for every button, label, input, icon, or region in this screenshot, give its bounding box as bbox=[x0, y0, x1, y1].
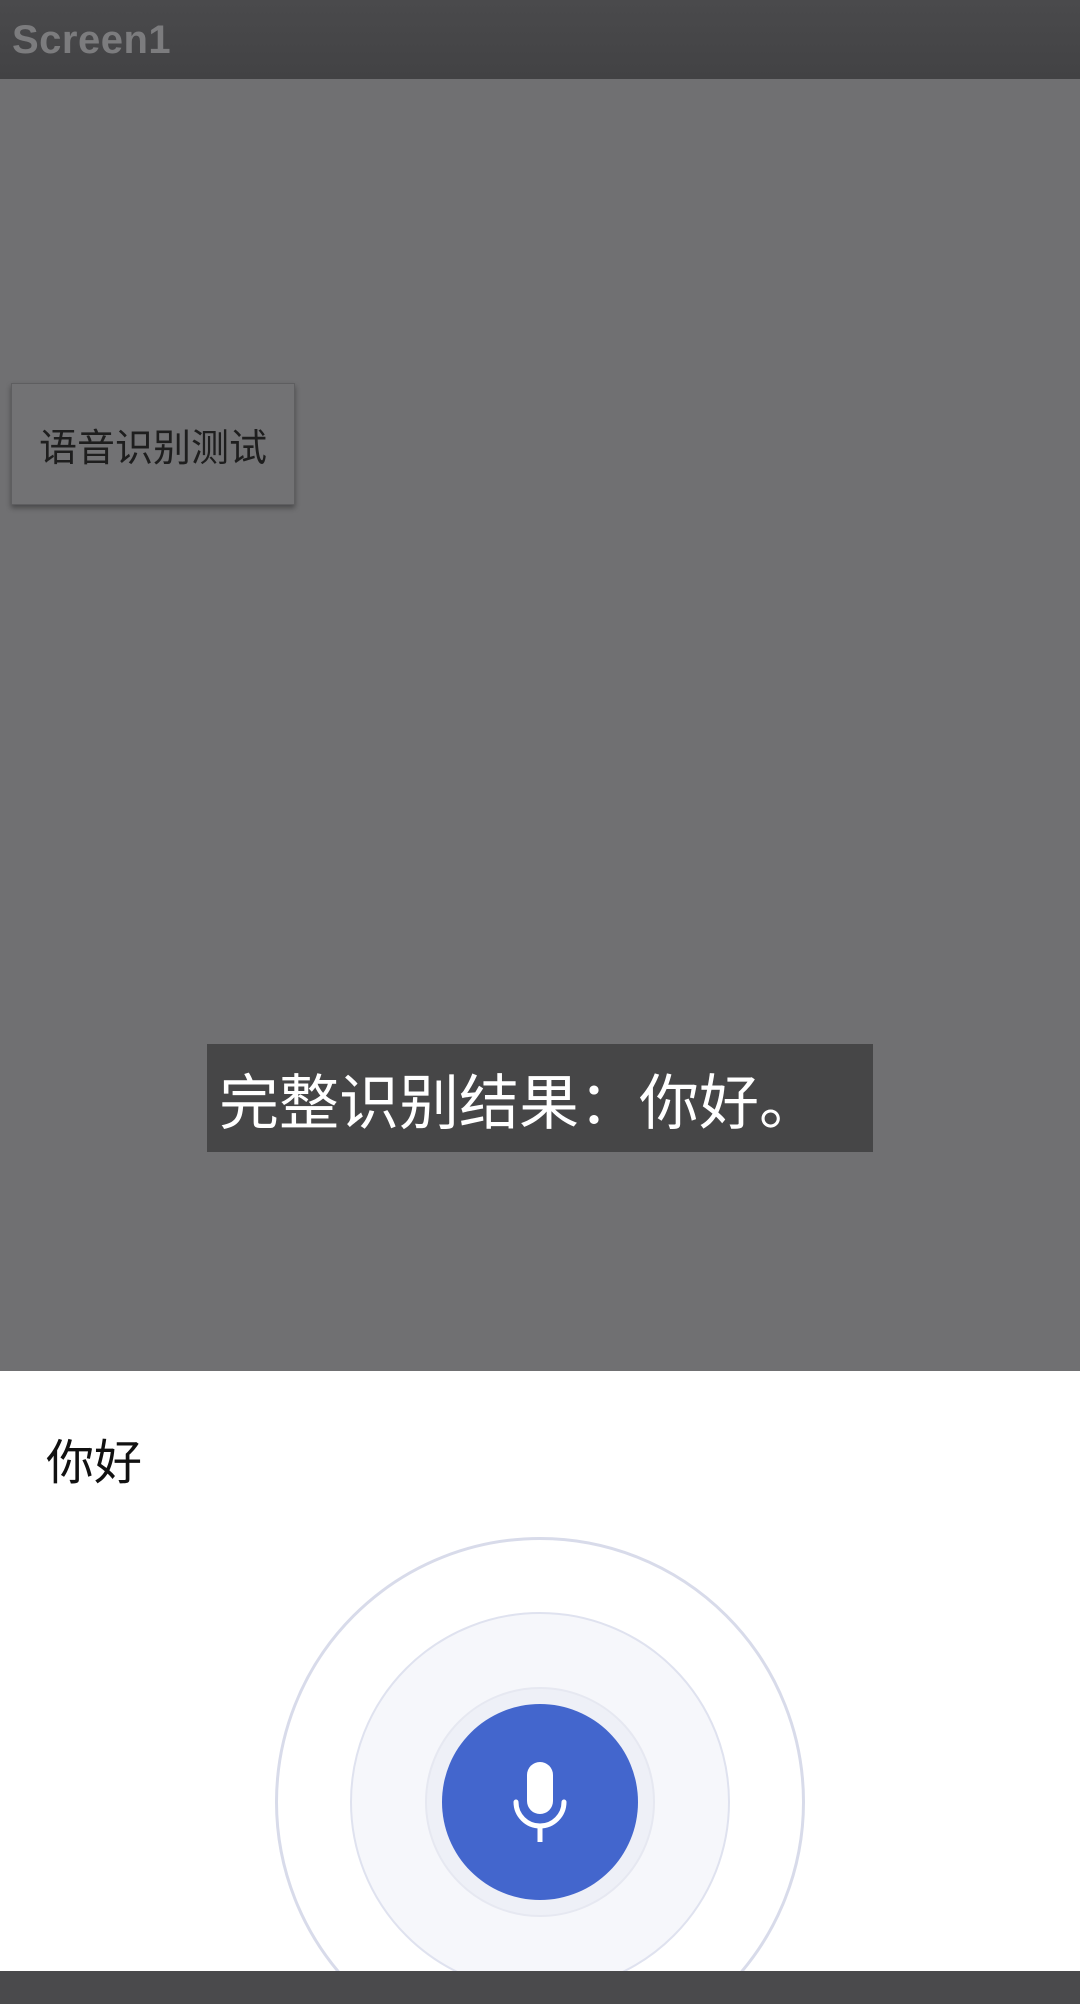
microphone-icon bbox=[513, 1762, 567, 1842]
recognition-result-label: 完整识别结果：你好。 bbox=[207, 1044, 873, 1152]
bottom-bar bbox=[0, 1971, 1080, 2004]
speech-recognition-dialog: 你好 bbox=[0, 1371, 1080, 1971]
title-bar: Screen1 bbox=[0, 0, 1080, 79]
screen-title: Screen1 bbox=[12, 18, 172, 62]
mic-button[interactable] bbox=[442, 1704, 638, 1900]
partial-result-text: 你好 bbox=[46, 1435, 143, 1491]
app-body bbox=[0, 79, 1080, 1371]
speech-test-button[interactable]: 语音识别测试 bbox=[11, 383, 295, 505]
